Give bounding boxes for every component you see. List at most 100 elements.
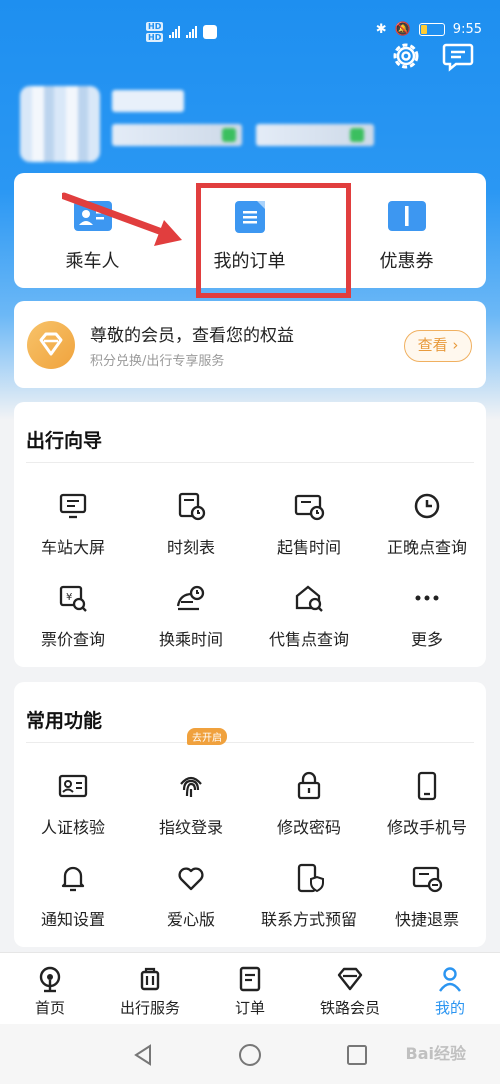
guide-item-more[interactable]: 更多 (368, 582, 486, 662)
chevron-right-icon: › (452, 336, 459, 354)
order-icon (239, 966, 261, 992)
tab-label: 首页 (34, 999, 65, 1017)
status-right: ✱ 🔕 9:55 (376, 22, 482, 37)
grid-label: 联系方式预留 (260, 910, 357, 929)
view-button-label: 查看 (417, 336, 448, 354)
house-search-icon (295, 585, 323, 612)
battery-icon (418, 23, 445, 36)
grid-label: 票价查询 (40, 630, 105, 649)
message-icon[interactable] (440, 38, 476, 74)
guide-item-station-screen[interactable]: 车站大屏 (14, 490, 132, 570)
more-dots-icon (415, 595, 439, 601)
func-item-quick-refund[interactable]: 快捷退票 (368, 862, 486, 942)
grid-label: 起售时间 (276, 538, 341, 557)
quick-label: 乘车人 (65, 251, 120, 272)
fare-search-icon: ¥ (59, 585, 87, 612)
func-item-id-verify[interactable]: 人证核验 (14, 770, 132, 850)
view-benefits-button[interactable]: 查看 › (404, 330, 472, 362)
grid-label: 修改手机号 (386, 818, 467, 837)
grid-label: 快捷退票 (394, 910, 459, 929)
tab-travel-service[interactable]: 出行服务 (100, 953, 200, 1025)
func-item-change-password[interactable]: 修改密码 (250, 770, 368, 850)
signal-icon (186, 26, 198, 38)
bottom-tab-bar: 首页 出行服务 订单 铁路会员 我的 (0, 952, 500, 1024)
grid-label: 人证核验 (40, 818, 105, 837)
grid-label: 车站大屏 (40, 538, 105, 557)
member-card[interactable]: 尊敬的会员，查看您的权益 积分兑换/出行专享服务 查看 › (14, 301, 486, 388)
bell-icon (61, 866, 85, 892)
member-subtitle: 积分兑换/出行专享服务 (90, 354, 225, 369)
guide-item-sale-time[interactable]: 起售时间 (250, 490, 368, 570)
status-time: 9:55 (452, 22, 482, 37)
hd-icon: HD (146, 22, 164, 31)
monitor-icon (59, 493, 87, 519)
guide-item-fare-query[interactable]: ¥ 票价查询 (14, 582, 132, 662)
grid-label: 通知设置 (40, 910, 105, 929)
tab-orders[interactable]: 订单 (200, 953, 300, 1025)
settings-gear-icon[interactable] (388, 38, 424, 74)
grid-label: 换乘时间 (158, 630, 223, 649)
train-clock-icon (176, 585, 205, 611)
quick-item-coupon[interactable]: 优惠券 (328, 173, 485, 288)
func-item-notification-settings[interactable]: 通知设置 (14, 862, 132, 942)
phone-icon (417, 771, 437, 801)
grid-label: 代售点查询 (268, 630, 349, 649)
enable-badge: 去开启 (187, 728, 227, 745)
recents-square-icon[interactable] (344, 1042, 370, 1068)
home-circle-icon[interactable] (237, 1042, 263, 1068)
profile-area[interactable] (20, 86, 490, 166)
grid-label: 爱心版 (166, 910, 215, 929)
func-item-contact-reserve[interactable]: 联系方式预留 (250, 862, 368, 942)
arrow-annotation-icon (62, 192, 182, 246)
section-title: 出行向导 (26, 430, 103, 452)
grid-label: 更多 (410, 630, 443, 649)
timetable-clock-icon (178, 492, 206, 521)
highlight-box (196, 183, 351, 298)
status-bar: HD HD ✱ 🔕 9:55 (0, 18, 500, 46)
account-tag-blurred (350, 128, 364, 142)
tab-railway-member[interactable]: 铁路会员 (300, 953, 400, 1025)
guide-item-delay-query[interactable]: 正晚点查询 (368, 490, 486, 570)
id-card-icon (58, 774, 88, 798)
travel-guide-section: 出行向导 车站大屏 时刻表 起售时间 正晚点查询 ¥ 票价查询 换乘时间 代售点… (14, 402, 486, 667)
avatar[interactable] (20, 86, 100, 162)
member-title: 尊敬的会员，查看您的权益 (90, 326, 294, 346)
signal-icon (169, 26, 181, 38)
guide-item-transfer-time[interactable]: 换乘时间 (132, 582, 250, 662)
security-app-icon (203, 25, 218, 39)
guide-item-timetable[interactable]: 时刻表 (132, 490, 250, 570)
tab-home[interactable]: 首页 (0, 953, 100, 1025)
account-tag-blurred (222, 128, 236, 142)
tab-label: 铁路会员 (319, 999, 380, 1017)
section-title: 常用功能 (26, 710, 103, 732)
mute-icon: 🔕 (394, 22, 411, 37)
hd-indicator: HD HD (146, 22, 164, 42)
quick-label: 优惠券 (379, 251, 434, 272)
svg-text:¥: ¥ (66, 592, 72, 603)
watermark: Bai经验 (405, 1044, 466, 1063)
hd-icon: HD (146, 33, 164, 42)
func-item-change-phone[interactable]: 修改手机号 (368, 770, 486, 850)
ticket-clock-icon (294, 494, 325, 521)
luggage-icon (140, 967, 160, 991)
tab-mine[interactable]: 我的 (400, 953, 500, 1025)
guide-item-agent-query[interactable]: 代售点查询 (250, 582, 368, 662)
heart-icon (178, 867, 204, 891)
back-triangle-icon[interactable] (130, 1042, 156, 1068)
clock-icon (414, 493, 440, 519)
tab-label: 出行服务 (119, 999, 180, 1017)
func-item-fingerprint-login[interactable]: 指纹登录 (132, 770, 250, 850)
tab-label: 订单 (234, 999, 265, 1017)
phone-shield-icon (297, 863, 324, 893)
user-icon (439, 967, 461, 992)
lock-icon (297, 771, 321, 800)
diamond-icon (337, 967, 363, 991)
signal-indicators: HD HD (146, 22, 218, 42)
ticket-refund-icon (412, 866, 443, 893)
coupon-ticket-icon (387, 201, 426, 231)
home-train-icon (39, 966, 61, 993)
divider (26, 462, 474, 463)
tab-label: 我的 (434, 999, 465, 1017)
diamond-badge-icon (27, 321, 75, 369)
func-item-care-mode[interactable]: 爱心版 (132, 862, 250, 942)
